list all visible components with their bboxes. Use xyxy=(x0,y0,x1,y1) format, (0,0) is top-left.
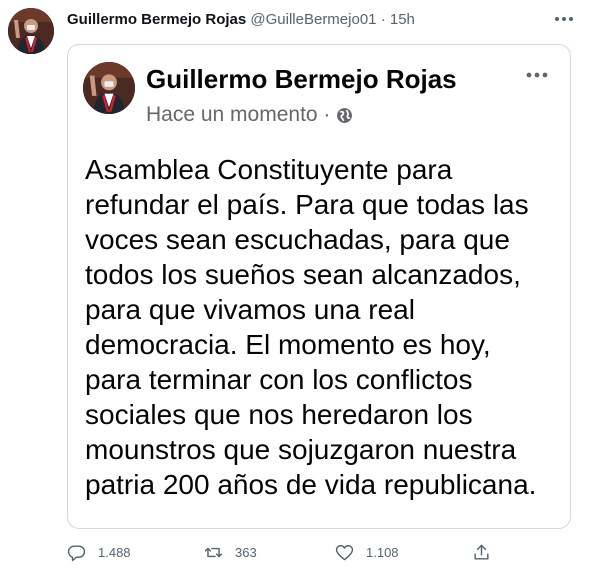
avatar-image xyxy=(8,8,54,54)
like-count: 1.108 xyxy=(366,544,399,560)
card-meta-text: Hace un momento · xyxy=(146,103,331,126)
reply-count: 1.488 xyxy=(98,544,131,560)
card-avatar xyxy=(83,62,135,114)
tweet[interactable]: Guillermo Bermejo Rojas @GuilleBermejo01… xyxy=(0,0,590,577)
share-icon xyxy=(474,544,489,560)
author-handle[interactable]: @GuilleBermejo01 xyxy=(250,11,376,28)
more-dots-icon xyxy=(526,72,548,78)
more-options-button[interactable] xyxy=(549,8,579,30)
card-avatar-image xyxy=(83,62,135,114)
reply-button[interactable]: 1.488 xyxy=(67,540,131,564)
card-author-name: Guillermo Bermejo Rojas xyxy=(146,64,457,94)
card-meta: Hace un momento · xyxy=(146,101,353,129)
attached-image-card[interactable]: Guillermo Bermejo Rojas Hace un momento … xyxy=(67,44,571,529)
card-post-text: Asamblea Constituyente para refundar el … xyxy=(85,154,537,500)
tweet-timestamp[interactable]: 15h xyxy=(390,11,415,28)
globe-icon xyxy=(336,107,353,124)
retweet-icon xyxy=(204,547,223,557)
avatar[interactable] xyxy=(8,8,54,54)
retweet-button[interactable]: 363 xyxy=(204,540,257,564)
header-separator: · xyxy=(380,11,386,28)
share-button[interactable] xyxy=(472,540,491,564)
retweet-count: 363 xyxy=(235,544,257,560)
more-dots-icon xyxy=(555,17,573,21)
like-button[interactable]: 1.108 xyxy=(335,540,399,564)
reply-icon xyxy=(67,544,86,561)
tweet-actions: 1.488 363 1.108 xyxy=(67,540,497,564)
author-name[interactable]: Guillermo Bermejo Rojas xyxy=(67,11,246,28)
tweet-header: Guillermo Bermejo Rojas @GuilleBermejo01… xyxy=(67,10,537,30)
like-icon xyxy=(335,544,354,560)
card-more-icon xyxy=(520,63,554,87)
